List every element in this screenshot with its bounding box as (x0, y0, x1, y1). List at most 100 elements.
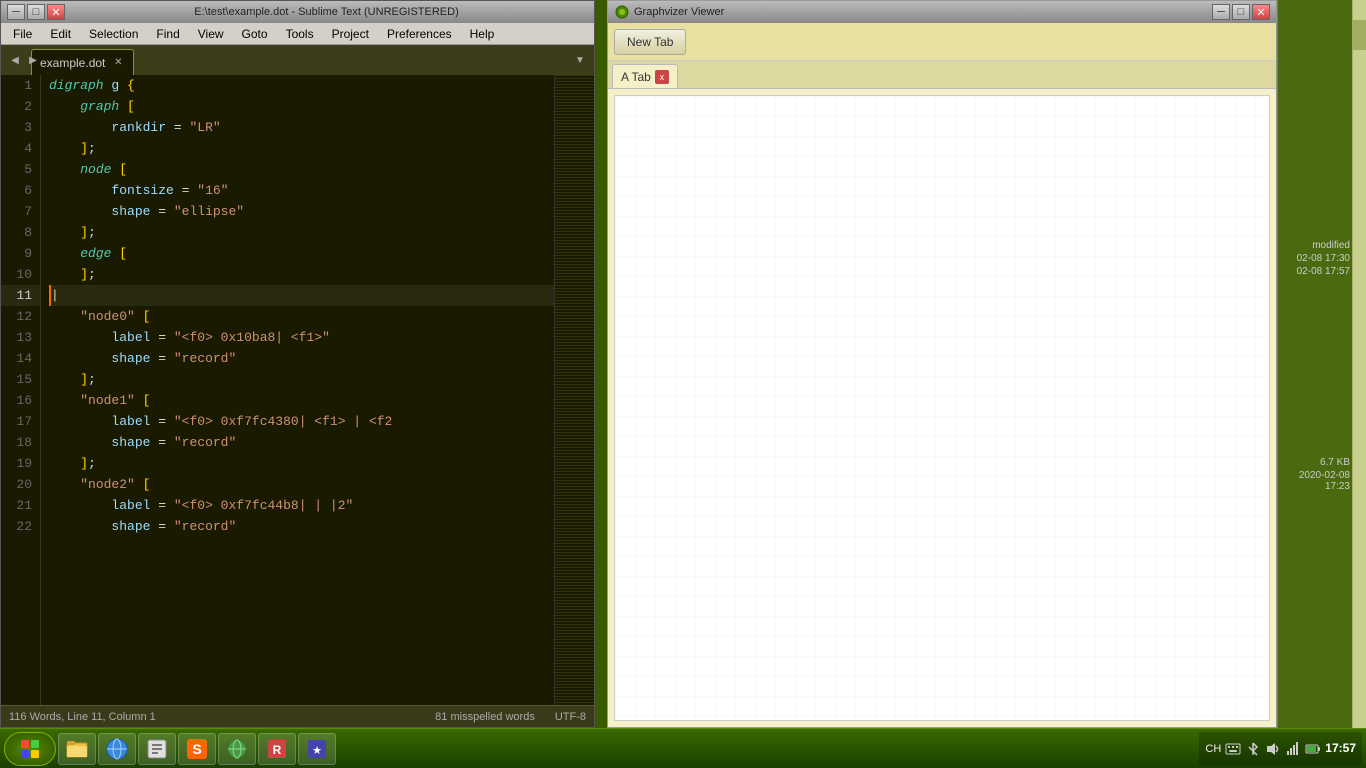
graphvizer-tab-close[interactable]: x (655, 70, 669, 84)
editor-area[interactable]: 1 2 3 4 5 6 7 8 9 10 11 12 13 14 15 16 1… (1, 75, 594, 705)
graphvizer-title-bar: Graphvizer Viewer ─ □ ✕ (608, 1, 1276, 23)
sublime-minimize-btn[interactable]: ─ (7, 4, 25, 20)
code-line-14: shape = "record" (49, 348, 554, 369)
code-line-3: rankdir = "LR" (49, 117, 554, 138)
sublime-close-btn[interactable]: ✕ (47, 4, 65, 20)
graphvizer-close-btn[interactable]: ✕ (1252, 4, 1270, 20)
sublime-maximize-btn[interactable]: □ (27, 4, 45, 20)
graphvizer-canvas-area (614, 95, 1270, 721)
menu-view[interactable]: View (190, 26, 232, 42)
code-line-8: ]; (49, 222, 554, 243)
line-num-3: 3 (1, 117, 40, 138)
line-num-7: 7 (1, 201, 40, 222)
taskbar-tray: CH 17:57 (1199, 732, 1362, 766)
taskbar-browser[interactable] (98, 733, 136, 765)
line-num-5: 5 (1, 159, 40, 180)
code-line-20: "node2" [ (49, 474, 554, 495)
line-num-10: 10 (1, 264, 40, 285)
side-scroll-handle[interactable] (1353, 20, 1366, 50)
side-info-text: modified 02-08 17:30 02-08 17:57 6.7 KB … (1278, 240, 1350, 494)
side-date3: 2020-02-08 17:23 (1278, 470, 1350, 492)
taskbar-sublime[interactable]: S (178, 733, 216, 765)
code-line-1: digraph g { (49, 75, 554, 96)
code-line-7: shape = "ellipse" (49, 201, 554, 222)
tray-clock: 17:57 (1325, 741, 1356, 757)
tab-nav-right[interactable]: ▶ (23, 48, 43, 72)
line-num-15: 15 (1, 369, 40, 390)
line-num-12: 12 (1, 306, 40, 327)
taskbar-files[interactable] (138, 733, 176, 765)
code-line-11: | (49, 285, 554, 306)
code-line-19: ]; (49, 453, 554, 474)
line-num-21: 21 (1, 495, 40, 516)
menu-selection[interactable]: Selection (81, 26, 146, 42)
sublime-title-text: E:\test\example.dot - Sublime Text (UNRE… (65, 6, 588, 18)
graphvizer-minimize-btn[interactable]: ─ (1212, 4, 1230, 20)
code-line-16: "node1" [ (49, 390, 554, 411)
status-misspelled: 81 misspelled words (435, 711, 535, 723)
side-date2: 02-08 17:57 (1278, 266, 1350, 277)
volume-icon (1265, 741, 1281, 757)
taskbar-explorer[interactable] (58, 733, 96, 765)
code-line-17: label = "<f0> 0xf7fc4380| <f1> | <f2 (49, 411, 554, 432)
tab-nav-dropdown[interactable]: ▼ (570, 48, 590, 72)
graphvizer-canvas (615, 96, 1269, 720)
code-line-22: shape = "record" (49, 516, 554, 537)
line-num-18: 18 (1, 432, 40, 453)
start-button[interactable] (4, 732, 56, 766)
code-line-18: shape = "record" (49, 432, 554, 453)
sublime-tab-bar: ◀ ▶ example.dot ✕ ▼ (1, 45, 594, 75)
graphvizer-toolbar: New Tab (608, 23, 1276, 61)
line-num-19: 19 (1, 453, 40, 474)
bluetooth-icon (1245, 741, 1261, 757)
line-num-6: 6 (1, 180, 40, 201)
menu-help[interactable]: Help (462, 26, 503, 42)
line-num-1: 1 (1, 75, 40, 96)
side-modified: modified (1278, 240, 1350, 251)
editor-tab-example-dot[interactable]: example.dot ✕ (31, 49, 134, 75)
menu-project[interactable]: Project (324, 26, 377, 42)
graphvizer-title-text: Graphvizer Viewer (634, 6, 1212, 18)
sublime-text-window: ─ □ ✕ E:\test\example.dot - Sublime Text… (0, 0, 595, 728)
code-line-13: label = "<f0> 0x10ba8| <f1>" (49, 327, 554, 348)
graphvizer-tab-bar: A Tab x (608, 61, 1276, 89)
network-icon (1285, 741, 1301, 757)
code-line-10: ]; (49, 264, 554, 285)
graphvizer-tab-a[interactable]: A Tab x (612, 64, 678, 88)
line-num-13: 13 (1, 327, 40, 348)
svg-text:S: S (192, 741, 201, 757)
menu-edit[interactable]: Edit (42, 26, 79, 42)
taskbar-app3[interactable]: ★ (298, 733, 336, 765)
editor-tab-close[interactable]: ✕ (111, 56, 125, 70)
svg-text:★: ★ (312, 745, 322, 757)
sublime-title-bar: ─ □ ✕ E:\test\example.dot - Sublime Text… (1, 1, 594, 23)
editor-tab-label: example.dot (40, 56, 105, 70)
sublime-status-bar: 116 Words, Line 11, Column 1 81 misspell… (1, 705, 594, 727)
menu-preferences[interactable]: Preferences (379, 26, 460, 42)
status-words: 116 Words, Line 11, Column 1 (9, 711, 156, 723)
menu-file[interactable]: File (5, 26, 40, 42)
menu-tools[interactable]: Tools (278, 26, 322, 42)
status-encoding: UTF-8 (555, 711, 586, 723)
line-num-11: 11 (1, 285, 40, 306)
side-size: 6.7 KB (1278, 457, 1350, 468)
code-line-5: node [ (49, 159, 554, 180)
code-line-6: fontsize = "16" (49, 180, 554, 201)
code-line-12: "node0" [ (49, 306, 554, 327)
menu-find[interactable]: Find (148, 26, 187, 42)
code-area[interactable]: digraph g { graph [ rankdir = "LR" ]; no… (41, 75, 554, 705)
code-line-15: ]; (49, 369, 554, 390)
line-num-16: 16 (1, 390, 40, 411)
line-num-4: 4 (1, 138, 40, 159)
taskbar-app2[interactable]: R (258, 733, 296, 765)
side-scrollbar[interactable] (1352, 0, 1366, 728)
keyboard-icon (1225, 741, 1241, 757)
taskbar-network[interactable] (218, 733, 256, 765)
tab-nav-left[interactable]: ◀ (5, 48, 25, 72)
mini-map (554, 75, 594, 705)
line-num-2: 2 (1, 96, 40, 117)
graphvizer-tab-label: A Tab (621, 70, 651, 84)
new-tab-button[interactable]: New Tab (614, 29, 686, 55)
menu-goto[interactable]: Goto (234, 26, 276, 42)
graphvizer-maximize-btn[interactable]: □ (1232, 4, 1250, 20)
